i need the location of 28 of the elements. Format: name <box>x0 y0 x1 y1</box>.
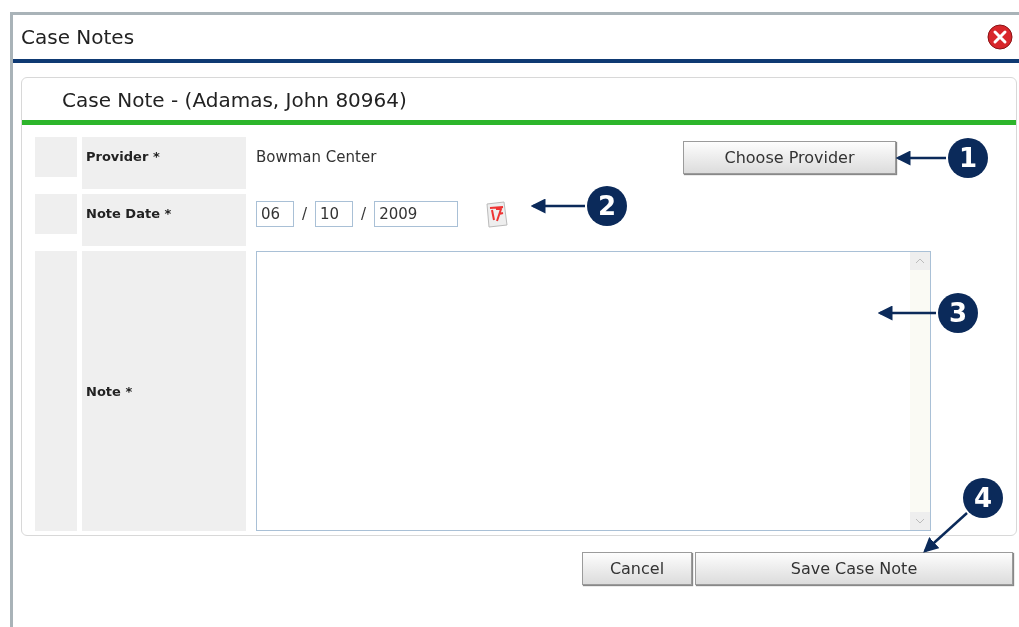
callout-arrow <box>895 150 946 166</box>
date-separator: / <box>361 205 367 223</box>
calendar-icon[interactable] <box>484 200 509 228</box>
callout-badge: 1 <box>948 138 988 178</box>
date-separator: / <box>302 205 308 223</box>
provider-value: Bowman Center <box>256 148 377 166</box>
panel-title: Case Note - (Adamas, John 80964) <box>22 78 1016 125</box>
callout-badge: 3 <box>938 293 978 333</box>
callout-badge: 2 <box>587 186 627 226</box>
window-title: Case Notes <box>21 25 135 49</box>
scrollbar[interactable] <box>910 252 930 530</box>
note-textarea[interactable] <box>256 251 931 531</box>
day-field[interactable]: 10 <box>315 201 354 227</box>
callout-badge: 4 <box>963 478 1003 518</box>
callout-arrow <box>877 305 936 321</box>
scroll-down-icon[interactable] <box>910 512 930 530</box>
callout-arrow <box>923 512 968 553</box>
scroll-up-icon[interactable] <box>910 252 930 270</box>
field-label: Provider * <box>82 137 246 189</box>
field-label: Note Date * <box>82 194 246 246</box>
year-field[interactable]: 2009 <box>374 201 459 227</box>
cancel-button[interactable]: Cancel <box>582 552 692 585</box>
callout-arrow <box>530 198 585 214</box>
choose-provider-button[interactable]: Choose Provider <box>683 140 896 174</box>
month-field[interactable]: 06 <box>256 201 294 227</box>
close-icon[interactable] <box>987 24 1013 50</box>
field-label: Note * <box>82 251 246 531</box>
save-button[interactable]: Save Case Note <box>695 552 1013 585</box>
